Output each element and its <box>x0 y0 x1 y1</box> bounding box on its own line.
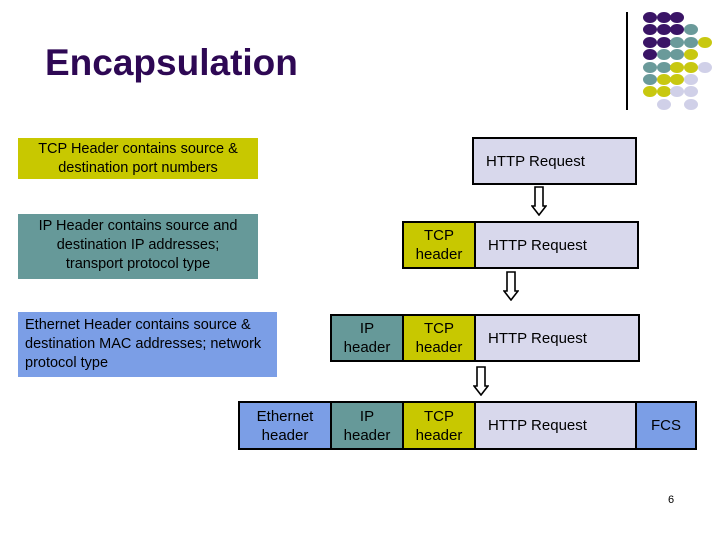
decorative-dot <box>643 12 657 23</box>
packet-transport-layer: TCP header HTTP Request <box>402 221 639 269</box>
decorative-dot <box>656 98 671 110</box>
tcp-header-label-line1: TCP <box>424 227 454 244</box>
tcp-header-segment: TCP header <box>404 223 476 267</box>
tcp-header-label-line1: TCP <box>424 407 454 425</box>
decorative-dot <box>656 36 671 48</box>
decorative-dot <box>697 36 712 48</box>
decorative-dot <box>643 86 657 98</box>
down-arrow-icon <box>531 186 547 216</box>
ethernet-header-label-line1: Ethernet <box>256 407 314 425</box>
fcs-segment: FCS <box>637 403 695 448</box>
ip-header-segment: IP header <box>332 403 404 448</box>
http-request-segment: HTTP Request <box>476 316 638 360</box>
packet-application-layer: HTTP Request <box>472 137 637 185</box>
decorative-dot <box>684 98 699 110</box>
decorative-dot <box>684 61 699 73</box>
http-request-segment: HTTP Request <box>474 139 635 183</box>
decorative-dot <box>684 74 699 85</box>
down-arrow-icon <box>473 366 489 396</box>
tcp-header-label-line2: header <box>415 339 463 356</box>
decorative-dot <box>656 24 671 36</box>
ip-header-label-line2: header <box>343 339 391 356</box>
ip-header-label-line1: IP <box>359 407 375 425</box>
ethernet-header-segment: Ethernet header <box>240 403 332 448</box>
tcp-header-label-line2: header <box>415 246 463 263</box>
down-arrow-icon <box>503 271 519 301</box>
decorative-dot <box>670 24 685 36</box>
decorative-dot <box>656 86 671 98</box>
decorative-dot <box>670 36 685 48</box>
ip-header-label-line1: IP <box>359 320 375 337</box>
decorative-dot <box>684 24 699 36</box>
tcp-header-label-line1: TCP <box>424 320 454 337</box>
decorative-dot <box>643 61 657 73</box>
fcs-label: FCS <box>651 417 681 434</box>
decorative-dot <box>670 49 685 61</box>
tcp-header-segment: TCP header <box>404 403 476 448</box>
http-request-segment: HTTP Request <box>476 223 637 267</box>
tcp-header-description-text: TCP Header contains source & destination… <box>38 141 238 176</box>
ethernet-header-description: Ethernet Header contains source & destin… <box>18 312 277 377</box>
decorative-divider-line <box>626 12 628 110</box>
ethernet-header-description-text: Ethernet Header contains source & destin… <box>25 317 262 371</box>
ip-header-label-line2: header <box>343 426 391 444</box>
decorative-dot <box>684 49 699 61</box>
decorative-dot <box>670 61 685 73</box>
ip-header-description-text: IP Header contains source and destinatio… <box>38 218 238 272</box>
packet-network-layer: IP header TCP header HTTP Request <box>330 314 640 362</box>
decorative-dot <box>684 36 699 48</box>
decorative-dot <box>656 61 671 73</box>
ethernet-header-label-line2: header <box>261 426 309 444</box>
http-request-label: HTTP Request <box>486 152 585 170</box>
decorative-dot <box>643 36 657 48</box>
ip-header-description: IP Header contains source and destinatio… <box>18 214 258 279</box>
http-request-segment: HTTP Request <box>476 403 637 448</box>
http-request-label: HTTP Request <box>488 417 587 434</box>
decorative-dot <box>643 49 657 61</box>
http-request-label: HTTP Request <box>488 329 587 347</box>
decorative-dot <box>670 74 685 85</box>
http-request-label: HTTP Request <box>488 236 587 254</box>
packet-link-layer: Ethernet header IP header TCP header HTTP R… <box>238 401 697 450</box>
decorative-dot <box>656 12 671 23</box>
tcp-header-label-line2: header <box>415 426 463 444</box>
decorative-dot <box>656 74 671 85</box>
slide-title: Encapsulation <box>45 42 298 83</box>
decorative-dot <box>656 49 671 61</box>
decorative-dot <box>670 86 685 98</box>
tcp-header-description: TCP Header contains source & destination… <box>18 138 258 179</box>
tcp-header-segment: TCP header <box>404 316 476 360</box>
decorative-dot <box>643 24 657 36</box>
ip-header-segment: IP header <box>332 316 404 360</box>
decorative-dot <box>643 74 657 85</box>
decorative-dot <box>697 61 712 73</box>
decorative-dot <box>684 86 699 98</box>
page-number: 6 <box>668 494 675 506</box>
decorative-dot <box>670 12 685 23</box>
